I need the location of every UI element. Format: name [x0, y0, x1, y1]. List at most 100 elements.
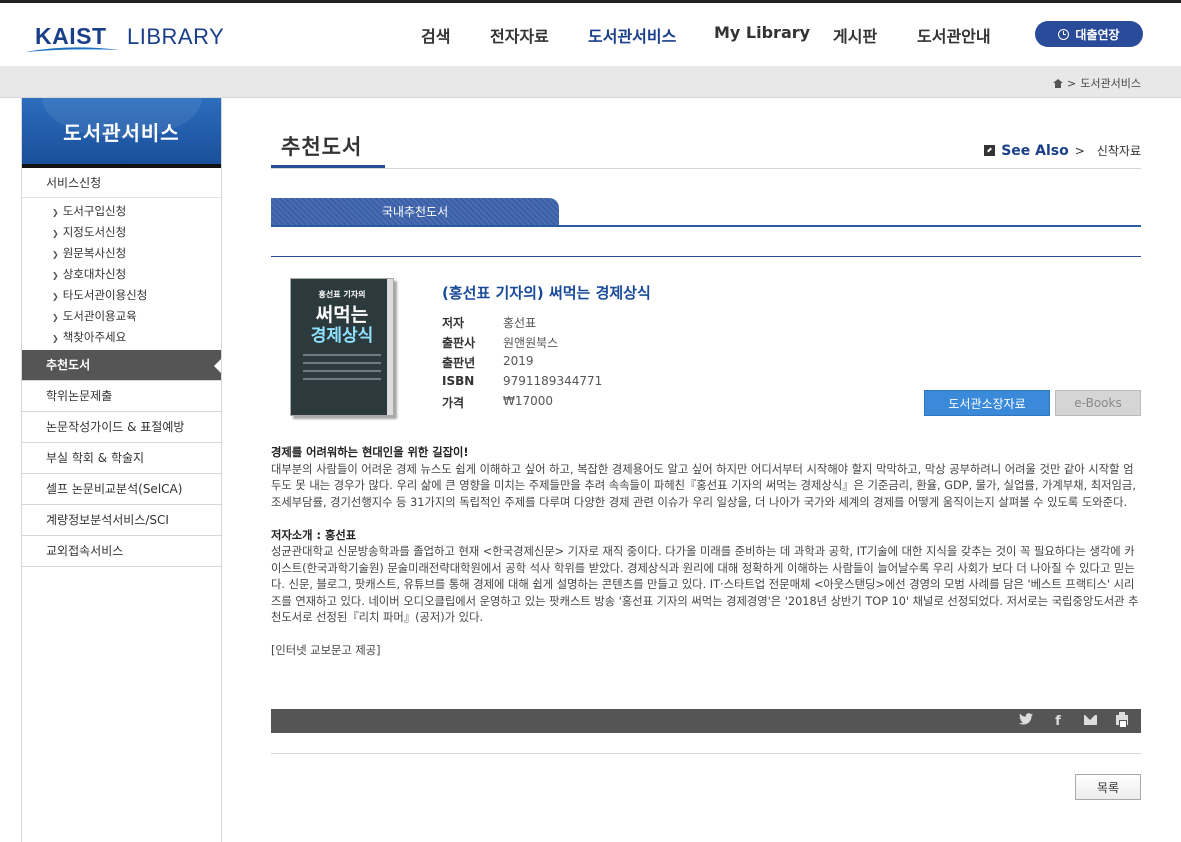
sub-item-label: 지정도서신청 [62, 225, 127, 239]
list-button[interactable]: 목록 [1075, 774, 1141, 800]
see-also-separator: > [1074, 143, 1085, 158]
bullet-icon: ❯ [52, 313, 59, 322]
description-body: 대부분의 사람들이 어려운 경제 뉴스도 쉽게 이해하고 싶어 하고, 복잡한 … [271, 462, 1136, 509]
logo-library-text: LIBRARY [127, 24, 225, 49]
home-icon[interactable] [1053, 78, 1064, 88]
sidebar: 도서관서비스 서비스신청 ❯ 도서구입신청 ❯ 지정도서신청 ❯ 원문복사신청 ❯ 상호… [21, 98, 222, 842]
sidebar-item-thesis-submission[interactable]: 학위논문제출 [22, 381, 221, 412]
sub-item-label: 원문복사신청 [62, 246, 127, 260]
meta-row-year: 출판년 2019 [442, 354, 602, 374]
cover-title-line1: 써먹는 [315, 304, 369, 326]
mail-icon-wrap[interactable] [1083, 714, 1097, 729]
meta-label: 저자 [442, 316, 465, 330]
nav-my-library[interactable]: My Library [714, 23, 810, 42]
breadcrumb-separator: > [1067, 76, 1077, 90]
library-holdings-button[interactable]: 도서관소장자료 [924, 390, 1050, 416]
sidebar-item-sci[interactable]: 계량정보분석서비스/SCI [22, 505, 221, 536]
see-also-label: See Also [1001, 142, 1069, 159]
description-heading: 경제를 어려워하는 현대인을 위한 길잡이! [271, 446, 469, 459]
bottom-divider [271, 753, 1141, 754]
facebook-icon[interactable]: f [1051, 714, 1065, 729]
ebooks-button[interactable]: e-Books [1055, 390, 1141, 416]
clock-icon [1058, 28, 1070, 40]
logo-swoosh-icon [25, 47, 120, 52]
sub-item-label: 타도서관이용신청 [62, 288, 148, 302]
print-icon-wrap[interactable] [1115, 711, 1129, 729]
meta-value: 원앤원북스 [503, 336, 559, 350]
kaist-library-logo[interactable]: KAIST LIBRARY [25, 21, 224, 59]
bullet-icon: ❯ [52, 271, 59, 280]
page-title: 추천도서 [271, 131, 385, 169]
meta-label: 출판년 [442, 356, 476, 370]
breadcrumb-bar: > 도서관서비스 [0, 66, 1181, 98]
sidebar-title: 도서관서비스 [22, 98, 221, 168]
twitter-icon[interactable] [1019, 713, 1033, 729]
nav-eresources[interactable]: 전자자료 [490, 23, 549, 47]
cover-art: 홍선표 기자의 써먹는 경제상식 [291, 279, 393, 415]
sidebar-sub-item[interactable]: ❯ 책찾아주세요 [22, 327, 221, 348]
meta-row-author: 저자 홍선표 [442, 314, 602, 334]
sidebar-sub-item[interactable]: ❯ 타도서관이용신청 [22, 285, 221, 306]
meta-row-isbn: ISBN 9791189344771 [442, 374, 602, 394]
cover-subtitle: 홍선표 기자의 [318, 290, 366, 299]
author-heading: 저자소개 : 홍선표 [271, 528, 357, 542]
loan-renewal-button[interactable]: 대출연장 [1035, 21, 1143, 47]
sidebar-item-writing-guide[interactable]: 논문작성가이드 & 표절예방 [22, 412, 221, 443]
see-also: See Also > 신착자료 [984, 142, 1141, 159]
cover-spine [387, 279, 393, 415]
book-description: 경제를 어려워하는 현대인을 위한 길잡이! 대부분의 사람들이 어려운 경제 … [271, 445, 1141, 660]
description-source: [인터넷 교보문고 제공] [271, 644, 381, 657]
sidebar-sub-item[interactable]: ❯ 상호대차신청 [22, 264, 221, 285]
meta-value: 9791189344771 [503, 374, 603, 388]
site-header: KAIST LIBRARY 검색 전자자료 도서관서비스 My Library … [0, 3, 1181, 66]
mail-icon [1083, 714, 1097, 725]
share-bar: f [271, 709, 1141, 733]
bullet-icon: ❯ [52, 229, 59, 238]
meta-value: 2019 [503, 354, 534, 368]
tab-domestic-recommended[interactable]: 국내추천도서 [271, 198, 559, 225]
bullet-icon: ❯ [52, 250, 59, 259]
book-cover-image: 홍선표 기자의 써먹는 경제상식 [290, 278, 394, 416]
book-title: (홍선표 기자의) 써먹는 경제상식 [442, 284, 651, 302]
bullet-icon: ❯ [52, 292, 59, 301]
nav-search[interactable]: 검색 [421, 23, 450, 47]
sub-item-label: 도서관이용교육 [62, 309, 137, 323]
meta-row-price: 가격 ₩17000 [442, 394, 602, 414]
print-icon [1116, 711, 1128, 728]
sidebar-item-recommended-books[interactable]: 추천도서 [22, 350, 221, 381]
sidebar-sub-item[interactable]: ❯ 지정도서신청 [22, 222, 221, 243]
loan-renewal-label: 대출연장 [1075, 27, 1120, 42]
sidebar-sub-item[interactable]: ❯ 도서관이용교육 [22, 306, 221, 327]
sidebar-sub-item[interactable]: ❯ 원문복사신청 [22, 243, 221, 264]
nav-library-info[interactable]: 도서관안내 [917, 23, 991, 47]
sidebar-item-remote-access[interactable]: 교외접속서비스 [22, 536, 221, 567]
sidebar-group-service-request[interactable]: 서비스신청 [22, 168, 221, 198]
meta-label: 가격 [442, 396, 465, 410]
meta-label: 출판사 [442, 336, 476, 350]
external-link-icon [984, 145, 996, 156]
sidebar-item-predatory-journals[interactable]: 부실 학회 & 학술지 [22, 443, 221, 474]
sub-item-label: 책찾아주세요 [62, 330, 127, 344]
bullet-icon: ❯ [52, 334, 59, 343]
sidebar-sub-item[interactable]: ❯ 도서구입신청 [22, 201, 221, 222]
cover-title-line2: 경제상식 [310, 326, 374, 346]
breadcrumb-current[interactable]: 도서관서비스 [1080, 75, 1141, 91]
title-divider [271, 168, 1141, 169]
sidebar-item-selca[interactable]: 셀프 논문비교분석(SelCA) [22, 474, 221, 505]
meta-row-publisher: 출판사 원앤원북스 [442, 334, 602, 354]
nav-board[interactable]: 게시판 [833, 23, 877, 47]
detail-top-divider [271, 256, 1141, 257]
author-body: 성균관대학교 신문방송학과를 졸업하고 현재 <한국경제신문> 기자로 재직 중… [271, 545, 1139, 624]
sidebar-sub-list: ❯ 도서구입신청 ❯ 지정도서신청 ❯ 원문복사신청 ❯ 상호대차신청 ❯ 타도서관이용신… [22, 198, 221, 350]
bullet-icon: ❯ [52, 208, 59, 217]
breadcrumb: > 도서관서비스 [1053, 75, 1141, 91]
tab-row: 국내추천도서 [271, 198, 1141, 227]
see-also-new-arrivals-link[interactable]: 신착자료 [1097, 142, 1141, 159]
book-meta: 저자 홍선표 출판사 원앤원북스 출판년 2019 ISBN 9791189344771… [442, 314, 602, 414]
cover-decoration [299, 354, 385, 380]
meta-value: 홍선표 [503, 316, 537, 330]
sub-item-label: 상호대차신청 [62, 267, 127, 281]
nav-library-services[interactable]: 도서관서비스 [588, 23, 676, 47]
sub-item-label: 도서구입신청 [62, 204, 127, 218]
meta-label: ISBN [442, 374, 475, 388]
